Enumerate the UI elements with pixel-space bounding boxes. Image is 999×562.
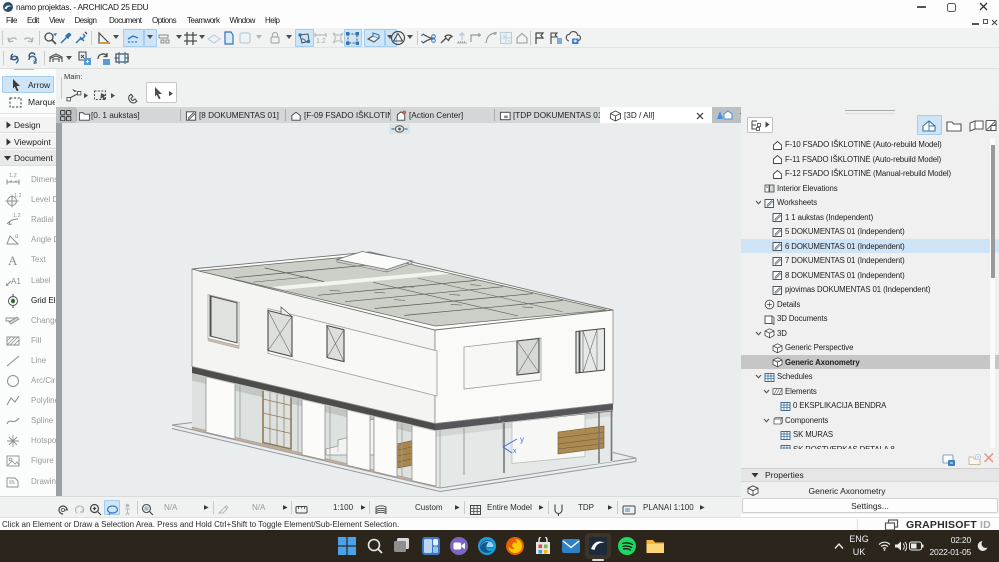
svg-text:y: y [520,435,524,444]
svg-text:1.2: 1.2 [316,38,326,45]
svg-text:α: α [15,234,19,240]
svg-text:x: x [513,448,517,455]
svg-text:1.2: 1.2 [13,213,21,219]
svg-text:S: S [33,60,37,66]
svg-text:1.2: 1.2 [9,173,17,179]
svg-text:A: A [8,253,18,268]
svg-text:1.2: 1.2 [14,193,21,199]
svg-text:A1: A1 [11,277,21,286]
svg-text:z: z [498,416,501,422]
